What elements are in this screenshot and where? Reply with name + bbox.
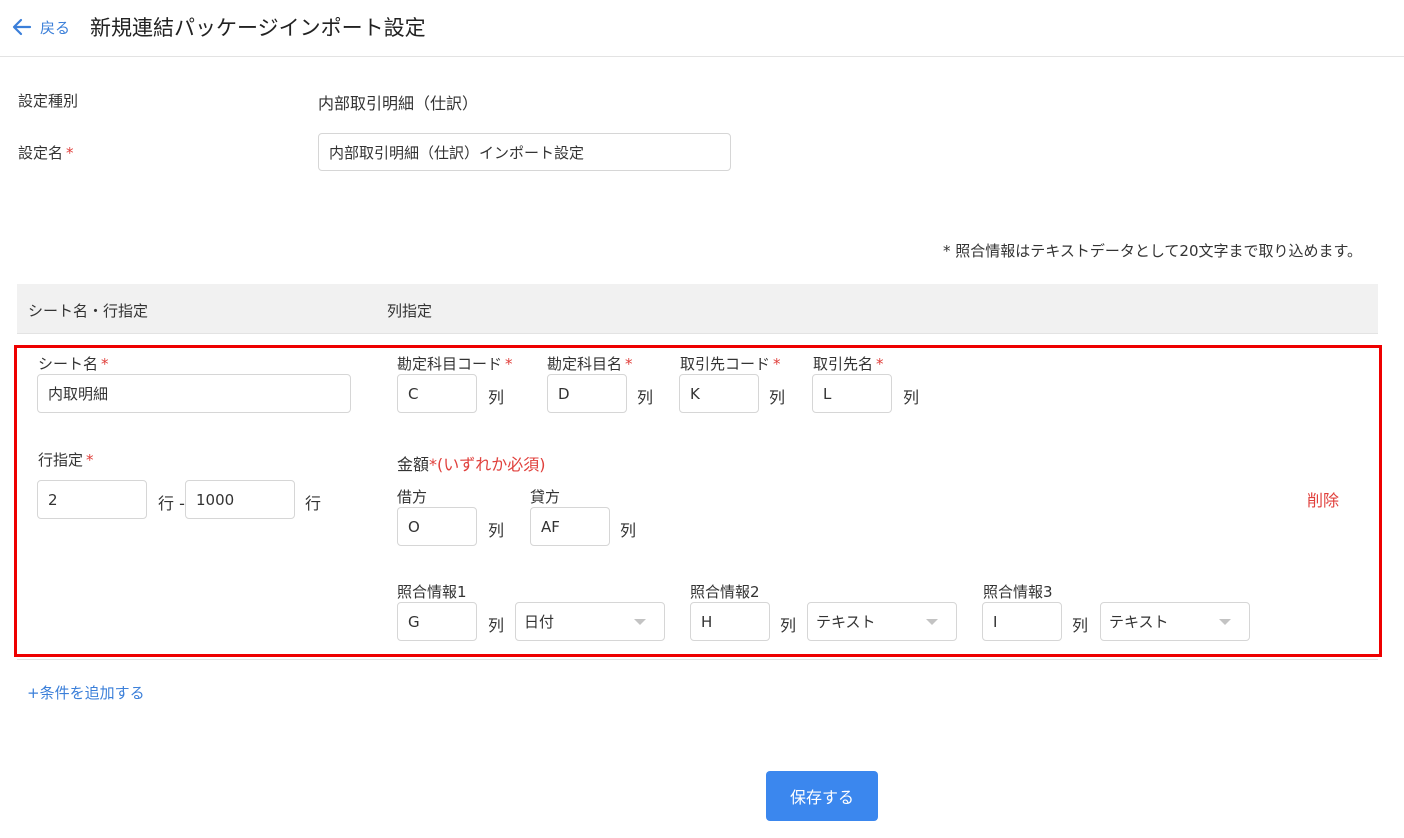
col-unit: 列 bbox=[903, 388, 920, 407]
col-unit: 列 bbox=[488, 616, 505, 635]
col-unit: 列 bbox=[620, 521, 637, 540]
amount-required-note: (いずれか必須) bbox=[437, 455, 546, 474]
debit-input[interactable] bbox=[397, 507, 477, 546]
chevron-down-icon bbox=[634, 618, 646, 625]
page-header: 戻る 新規連結パッケージインポート設定 bbox=[0, 0, 1404, 57]
setting-type-value: 内部取引明細（仕訳） bbox=[318, 94, 479, 113]
add-condition-link[interactable]: +条件を追加する bbox=[27, 682, 145, 703]
col-unit: 列 bbox=[637, 388, 654, 407]
col-unit: 列 bbox=[488, 521, 505, 540]
account-name-input[interactable] bbox=[547, 374, 627, 413]
credit-input[interactable] bbox=[530, 507, 610, 546]
setting-name-label: 設定名 * bbox=[18, 144, 74, 162]
sheet-name-input[interactable] bbox=[37, 374, 351, 413]
setting-type-label: 設定種別 bbox=[18, 92, 79, 110]
debit-label: 借方 bbox=[397, 488, 428, 506]
matching-2-type-select[interactable]: テキスト bbox=[807, 602, 957, 641]
account-name-label: 勘定科目名 * bbox=[547, 355, 633, 373]
matching-3-label: 照合情報3 bbox=[983, 583, 1053, 601]
amount-label: 金額*(いずれか必須) bbox=[397, 455, 546, 474]
col-unit: 列 bbox=[780, 616, 797, 635]
matching-3-type-select[interactable]: テキスト bbox=[1100, 602, 1250, 641]
row-end-input[interactable] bbox=[185, 480, 295, 519]
page-title: 新規連結パッケージインポート設定 bbox=[90, 16, 426, 40]
required-mark: * bbox=[66, 144, 74, 162]
partner-name-input[interactable] bbox=[812, 374, 892, 413]
matching-1-type-select[interactable]: 日付 bbox=[515, 602, 665, 641]
chevron-down-icon bbox=[1219, 618, 1231, 625]
sheet-name-label: シート名 * bbox=[38, 355, 109, 373]
partner-code-label: 取引先コード * bbox=[680, 355, 781, 373]
row-divider bbox=[17, 659, 1378, 660]
partner-code-input[interactable] bbox=[679, 374, 759, 413]
header-columns: 列指定 bbox=[387, 302, 433, 320]
chevron-down-icon bbox=[926, 618, 938, 625]
col-unit: 列 bbox=[769, 388, 786, 407]
back-label: 戻る bbox=[40, 18, 71, 37]
header-sheet-row: シート名・行指定 bbox=[28, 302, 149, 320]
col-unit: 列 bbox=[488, 388, 505, 407]
row-unit: 行 bbox=[305, 494, 322, 513]
row-separator: 行 - bbox=[158, 494, 185, 513]
matching-info-note: * 照合情報はテキストデータとして20文字まで取り込めます。 bbox=[943, 242, 1362, 260]
delete-row-button[interactable]: 削除 bbox=[1307, 487, 1339, 511]
back-link[interactable]: 戻る bbox=[10, 14, 70, 40]
matching-2-label: 照合情報2 bbox=[690, 583, 760, 601]
arrow-left-icon bbox=[12, 18, 32, 36]
table-header: シート名・行指定 列指定 bbox=[17, 284, 1378, 334]
account-code-input[interactable] bbox=[397, 374, 477, 413]
matching-2-type-value: テキスト bbox=[816, 613, 876, 631]
credit-label: 貸方 bbox=[530, 488, 561, 506]
matching-1-type-value: 日付 bbox=[524, 613, 555, 631]
matching-3-input[interactable] bbox=[982, 602, 1062, 641]
row-start-input[interactable] bbox=[37, 480, 147, 519]
row-range-label: 行指定 * bbox=[38, 451, 94, 469]
partner-name-label: 取引先名 * bbox=[813, 355, 884, 373]
save-button[interactable]: 保存する bbox=[766, 771, 878, 821]
matching-1-input[interactable] bbox=[397, 602, 477, 641]
col-unit: 列 bbox=[1072, 616, 1089, 635]
account-code-label: 勘定科目コード * bbox=[397, 355, 513, 373]
matching-2-input[interactable] bbox=[690, 602, 770, 641]
setting-name-input[interactable] bbox=[318, 133, 731, 171]
matching-1-label: 照合情報1 bbox=[397, 583, 467, 601]
matching-3-type-value: テキスト bbox=[1109, 613, 1169, 631]
